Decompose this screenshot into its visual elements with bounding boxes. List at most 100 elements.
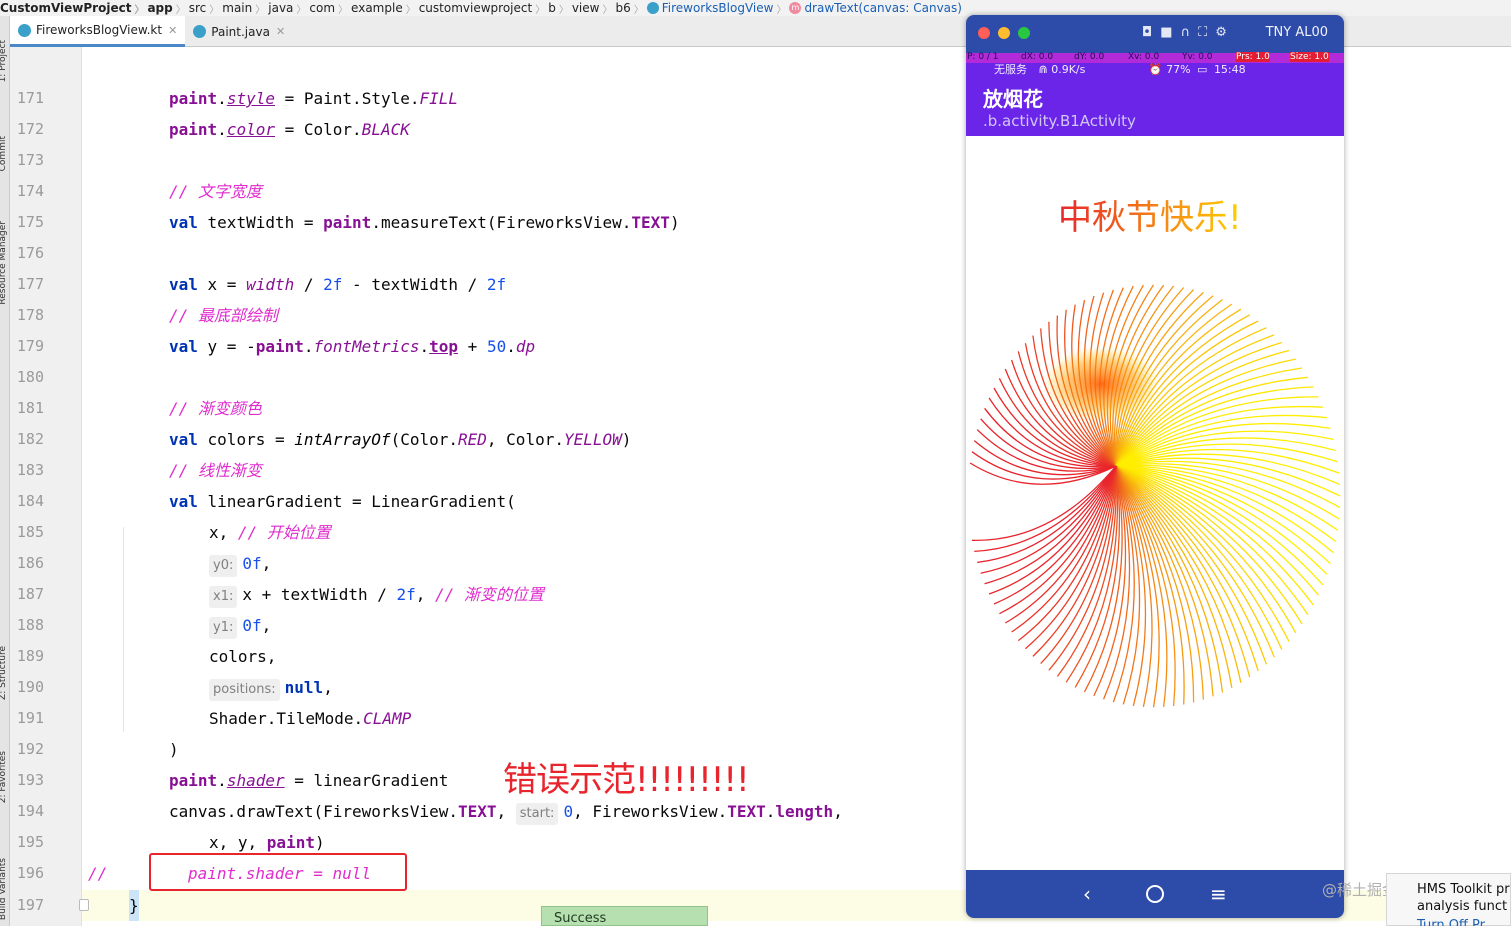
line-number: 197 [16, 896, 44, 914]
breadcrumb-b6[interactable]: b6 [599, 1, 630, 16]
breadcrumb-method[interactable]: mdrawText(canvas: Canvas) [773, 1, 962, 16]
breadcrumb-main[interactable]: main [206, 1, 252, 16]
emulator-window: ◘ ■ ∩ ⛶ ⚙ TNY AL00 P: 0 / 1 dX: 0.0 dY: … [966, 15, 1344, 918]
line-code: val linearGradient = LinearGradient( [169, 492, 516, 511]
tab-label: Paint.java [211, 24, 270, 39]
line-number: 183 [16, 461, 44, 479]
kotlin-class-icon [646, 2, 659, 14]
app-subtitle: .b.activity.B1Activity [983, 112, 1136, 130]
commit-tool-button[interactable]: Commit [0, 136, 10, 171]
fullscreen-icon[interactable]: ⛶ [1198, 25, 1207, 40]
line-number: 173 [16, 151, 44, 169]
line-code: val textWidth = paint.measureText(Firewo… [169, 213, 680, 232]
line-number: 180 [16, 368, 44, 386]
tab-label: FireworksBlogView.kt [36, 23, 163, 37]
line-code: paint.color = Color.BLACK [169, 120, 410, 139]
method-icon: m [789, 2, 802, 14]
line-code: x1: x + textWidth / 2f, // 渐变的位置 [209, 579, 544, 610]
gear-icon[interactable]: ⚙ [1215, 25, 1227, 40]
device-name: TNY AL00 [1265, 25, 1328, 40]
structure-tool-button[interactable]: Z: Structure [0, 646, 10, 700]
favorites-tool-button[interactable]: 2: Favorites [0, 751, 10, 803]
line-number: 176 [16, 244, 44, 262]
line-number: 196 [16, 864, 44, 882]
success-popup[interactable]: Success [541, 906, 708, 926]
line-code: y1: 0f, [209, 610, 271, 641]
annotation-text: 错误示范!!!!!!!!! [503, 760, 750, 800]
video-icon[interactable]: ■ [1160, 25, 1172, 40]
canvas-greeting-text: 中秋节快乐! [1058, 198, 1242, 238]
tab-fireworks-blog-view[interactable]: FireworksBlogView.kt ✕ [10, 16, 186, 47]
close-icon[interactable]: ✕ [276, 25, 285, 38]
hms-line-2: analysis funct [1417, 899, 1508, 914]
java-file-icon [193, 25, 207, 38]
line-code: // 最底部绘制 [169, 306, 278, 325]
breadcrumb-view[interactable]: view [556, 1, 600, 16]
hms-line-1: HMS Toolkit pr [1417, 882, 1510, 897]
line-number: 175 [16, 213, 44, 231]
back-button[interactable]: ‹ [1083, 882, 1091, 906]
line-number: 186 [16, 554, 44, 572]
minimize-window-button[interactable] [998, 27, 1010, 39]
highlight-box [149, 853, 407, 891]
line-code: val x = width / 2f - textWidth / 2f [169, 275, 507, 294]
fold-marker[interactable] [79, 899, 89, 911]
resource-manager-tool-button[interactable]: Resource Manager [0, 221, 10, 305]
line-code: colors, [209, 647, 277, 666]
hms-toolkit-popup[interactable]: HMS Toolkit pr analysis funct Turn Off P… [1386, 873, 1511, 926]
line-code: Shader.TileMode.CLAMP [209, 709, 412, 728]
close-window-button[interactable] [978, 27, 990, 39]
breadcrumb-java[interactable]: java [252, 1, 293, 16]
line-code: ) [169, 740, 179, 759]
breadcrumb-b[interactable]: b [532, 1, 556, 16]
line-number: 171 [16, 89, 44, 107]
line-number: 192 [16, 740, 44, 758]
parameter-hint: y0: [209, 555, 238, 577]
breadcrumb-method-label: drawText(canvas: Canvas) [804, 1, 962, 15]
parameter-hint: positions: [209, 679, 280, 701]
breadcrumb-customviewproject[interactable]: customviewproject [403, 1, 532, 16]
android-nav-bar: ‹ ≡ [966, 870, 1344, 918]
breadcrumb-example[interactable]: example [335, 1, 403, 16]
breadcrumb-project[interactable]: CustomViewProject [0, 1, 131, 15]
maximize-window-button[interactable] [1018, 27, 1030, 39]
line-code: x, // 开始位置 [209, 523, 331, 542]
breadcrumb-app[interactable]: app [131, 1, 172, 16]
fireworks-canvas[interactable]: 中秋节快乐! [966, 136, 1344, 870]
line-number: 194 [16, 802, 44, 820]
line-code: paint.shader = linearGradient [169, 771, 449, 790]
breadcrumb-com[interactable]: com [293, 1, 335, 16]
breadcrumb-class[interactable]: FireworksBlogView [631, 1, 773, 16]
line-code: paint.style = Paint.Style.FILL [169, 89, 459, 108]
line-number: 193 [16, 771, 44, 789]
line-number: 179 [16, 337, 44, 355]
home-button[interactable] [1146, 885, 1164, 903]
app-title: 放烟花 [983, 87, 1043, 111]
parameter-hint: start: [515, 803, 559, 825]
line-number: 177 [16, 275, 44, 293]
line-code: // 文字宽度 [169, 182, 262, 201]
line-number: 195 [16, 833, 44, 851]
project-tool-button[interactable]: 1: Project [0, 40, 10, 82]
line-code: // 线性渐变 [169, 461, 262, 480]
app-bar: 放烟花 .b.activity.B1Activity [966, 75, 1344, 136]
close-icon[interactable]: ✕ [168, 24, 177, 37]
breadcrumb-src[interactable]: src [173, 1, 207, 16]
line-number: 190 [16, 678, 44, 696]
line-code: // 渐变颜色 [169, 399, 262, 418]
emulator-toolbar: ◘ ■ ∩ ⛶ ⚙ TNY AL00 [966, 15, 1344, 53]
line-number: 188 [16, 616, 44, 634]
tab-paint-java[interactable]: Paint.java ✕ [185, 16, 293, 47]
line-number: 181 [16, 399, 44, 417]
headphones-icon[interactable]: ∩ [1181, 25, 1191, 40]
line-comment-prefix: // [88, 864, 108, 883]
firework-rays [969, 284, 1341, 708]
tool-window-strip: 1: Project Commit Resource Manager Z: St… [0, 16, 10, 926]
line-number: 191 [16, 709, 44, 727]
line-code: y0: 0f, [209, 548, 271, 579]
hms-link[interactable]: Turn Off Pr [1417, 918, 1485, 926]
android-status-bar: P: 0 / 1 dX: 0.0 dY: 0.0 Xv: 0.0 Yv: 0.0… [966, 52, 1344, 76]
build-variants-tool-button[interactable]: Build Variants [0, 858, 10, 920]
camera-icon[interactable]: ◘ [1142, 25, 1152, 40]
menu-button[interactable]: ≡ [1210, 882, 1227, 906]
